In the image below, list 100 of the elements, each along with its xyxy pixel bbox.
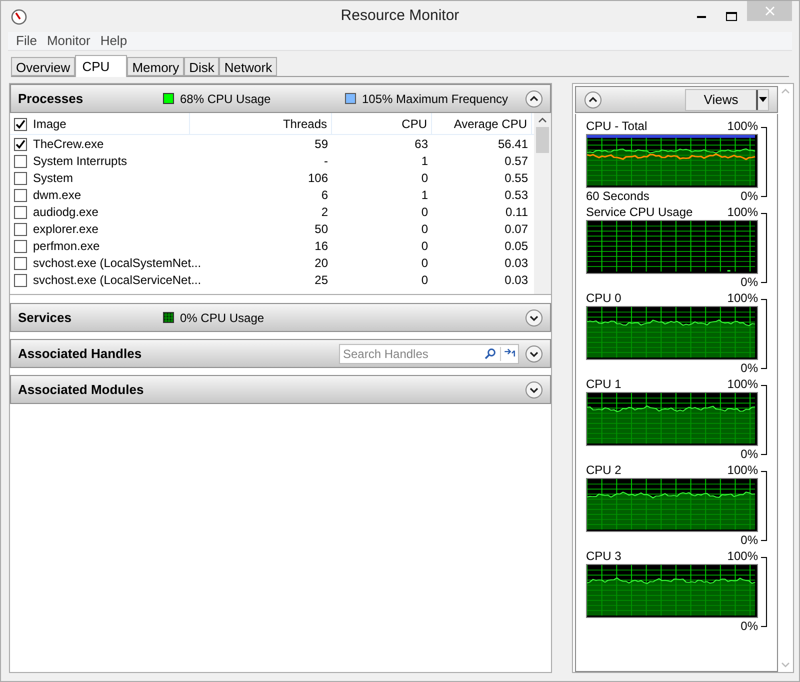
scroll-thumb[interactable] [536, 127, 549, 153]
table-cell-text: 0.03 [504, 272, 529, 289]
section-title: Associated Handles [18, 344, 143, 363]
graph-title: CPU - Total [586, 119, 648, 134]
dropdown-caret-icon [756, 90, 768, 110]
table-cell-text: audiodg.exe [33, 204, 98, 221]
legend-swatch [163, 312, 174, 323]
expand-icon[interactable] [525, 344, 543, 362]
app-icon [11, 8, 27, 24]
column-header[interactable]: Image [33, 115, 66, 133]
section-header[interactable]: Processes 68% CPU Usage 105% Maximum Frequency [10, 84, 551, 113]
table-cell-text: 0.03 [504, 255, 529, 272]
section-header[interactable]: Associated Modules [10, 375, 551, 404]
table-cell-text: 0.05 [504, 238, 529, 255]
table-cell-text: dwm.exe [33, 187, 82, 204]
table-cell-text: 0 [420, 272, 429, 289]
menu-item[interactable]: File [16, 31, 37, 51]
checkbox[interactable] [14, 188, 27, 202]
table-cell-text: 16 [314, 238, 329, 255]
column-header[interactable]: CPU [332, 113, 432, 135]
table-cell-text: 6 [320, 187, 329, 204]
graph-title: Service CPU Usage [586, 205, 693, 220]
checkbox[interactable] [14, 206, 27, 218]
column-header[interactable]: Threads [190, 113, 332, 135]
section-title: Processes [18, 90, 84, 108]
graph-title: CPU 1 [586, 377, 622, 392]
table-cell-text: 0.55 [504, 170, 529, 187]
section-title: Associated Modules [18, 380, 145, 399]
checkbox[interactable] [14, 240, 27, 252]
tab[interactable]: Memory [127, 57, 184, 76]
graph-min-label: 0% [740, 447, 758, 462]
checkbox[interactable] [14, 274, 27, 286]
table-cell-text: 1 [420, 153, 429, 170]
graph-title: CPU 0 [586, 291, 622, 306]
graph-bracket [761, 385, 767, 455]
checkbox[interactable] [14, 154, 27, 168]
section-header[interactable]: Services 0% CPU Usage [10, 303, 551, 332]
graph-min-label: 0% [740, 361, 758, 376]
table-cell-text: 0.57 [504, 153, 529, 170]
expand-icon[interactable] [525, 380, 543, 398]
maximize-icon[interactable] [726, 12, 737, 21]
cpu-usage-label: 68% CPU Usage [180, 90, 272, 108]
table-cell-text: 0 [420, 170, 429, 187]
graph-title: CPU 3 [586, 549, 622, 564]
table-cell-text: 59 [314, 136, 329, 153]
tab[interactable]: CPU [75, 55, 128, 77]
table-cell-text: 0 [420, 255, 429, 272]
checkbox[interactable] [14, 138, 27, 150]
collapse-icon[interactable] [525, 90, 543, 108]
expand-icon[interactable] [525, 308, 543, 326]
table-cell-text: 106 [306, 170, 329, 187]
table-cell-text: 0 [420, 204, 429, 221]
scroll-up-icon[interactable] [538, 117, 547, 123]
graph-title: CPU 2 [586, 463, 622, 478]
table-cell-text: 50 [314, 221, 329, 238]
table-cell-text: 0 [420, 238, 429, 255]
graph-max-label: 100% [727, 377, 758, 392]
minimize-icon[interactable] [697, 16, 706, 18]
graph-min-label: 0% [740, 189, 758, 204]
section-title: Services [18, 308, 72, 327]
checkbox[interactable] [14, 256, 27, 270]
service-usage-label: 0% CPU Usage [180, 310, 264, 326]
graph-bracket [761, 471, 767, 541]
graph-min-label: 0% [740, 275, 758, 290]
table-cell-text: explorer.exe [33, 221, 98, 238]
table-cell-text: System [33, 170, 74, 187]
table-cell-text: 2 [320, 204, 329, 221]
table-cell-text: 0 [420, 221, 429, 238]
window-title: Resource Monitor [340, 6, 460, 26]
table-cell-text: TheCrew.exe [33, 136, 104, 153]
table-cell-text: perfmon.exe [33, 238, 100, 255]
graph-bracket [761, 127, 767, 197]
graph-max-label: 100% [727, 119, 758, 134]
graph-min-label: 0% [740, 619, 758, 634]
table-cell-text: 0.11 [504, 204, 529, 221]
graph-bracket [761, 299, 767, 369]
checkbox[interactable] [14, 172, 27, 184]
tab[interactable]: Overview [11, 57, 76, 76]
table-cell-text: svchost.exe (LocalServiceNet... [33, 272, 202, 289]
close-icon [764, 6, 774, 16]
checkbox[interactable] [14, 118, 27, 130]
graph-max-label: 100% [727, 463, 758, 478]
graph-time-label: 60 Seconds [586, 189, 650, 204]
views-button[interactable]: Views [685, 88, 769, 110]
tab[interactable]: Disk [184, 57, 220, 76]
graph-max-label: 100% [727, 205, 758, 220]
table-cell-text: svchost.exe (LocalSystemNet... [33, 255, 202, 272]
table-cell-text: 0.07 [504, 221, 529, 238]
menu-item[interactable]: Monitor [46, 31, 90, 51]
table-cell-text: 0.53 [504, 187, 529, 204]
column-header[interactable]: Average CPU [432, 113, 532, 135]
graph-max-label: 100% [727, 549, 758, 564]
table-cell-text: System Interrupts [33, 153, 128, 170]
menu-item[interactable]: Help [100, 31, 128, 51]
checkbox[interactable] [14, 222, 27, 236]
graph-min-label: 0% [740, 533, 758, 548]
graph-bracket [761, 213, 767, 283]
tab[interactable]: Network [219, 57, 278, 76]
table-cell-text: 56.41 [496, 136, 529, 153]
table-cell-text: - [323, 153, 329, 170]
